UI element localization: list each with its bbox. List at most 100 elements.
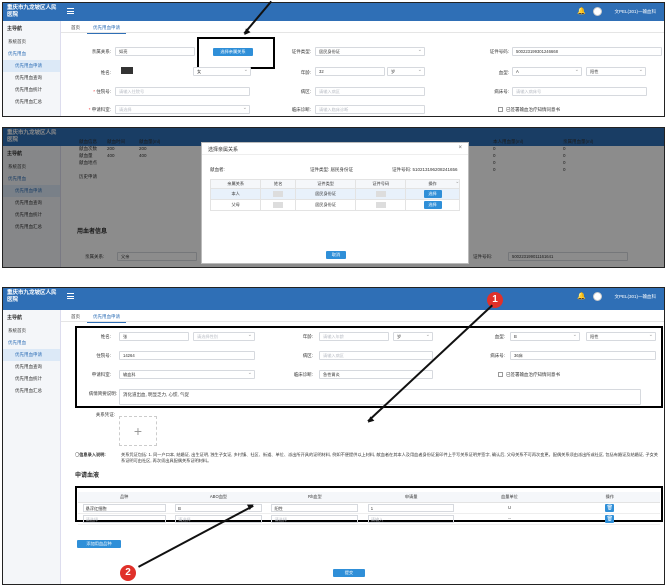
tab-home[interactable]: 首页 [65, 23, 86, 33]
sidebar-item-summary[interactable]: 优先用血汇总 [3, 385, 60, 397]
name-label: 姓名: [100, 334, 111, 339]
table-row[interactable]: 父母 居民身份证 选择 [209, 199, 462, 211]
table-row[interactable]: 本人 居民身份证 选择 [209, 188, 462, 200]
bed-input[interactable]: 请输入病床号 [512, 87, 647, 96]
rh-select[interactable]: 阳性 [586, 332, 656, 341]
cancel-button[interactable]: 取消 [326, 251, 346, 259]
close-icon[interactable]: × [458, 145, 462, 151]
relation-input[interactable]: 如亮 [115, 47, 195, 56]
name-redacted [121, 67, 133, 74]
bed-input[interactable]: 36床 [510, 351, 656, 360]
apply-dept-select[interactable]: 请选择 [115, 105, 250, 114]
age-label: 年龄: [302, 334, 313, 339]
age-input[interactable]: 32 [315, 67, 385, 76]
col-id-type: 证件类型 [295, 179, 357, 189]
add-blood-type-button[interactable]: 添加用血品种 [77, 540, 121, 548]
age-input[interactable]: 请输入年龄 [319, 332, 389, 341]
sidebar-item-priority[interactable]: 优先用血 [3, 337, 60, 349]
id-type-label: 证件类型: [291, 49, 311, 54]
user-name[interactable]: 文PEL(301)一输血科 [614, 294, 656, 300]
kind-select[interactable]: 请选择 [82, 514, 166, 523]
donor-label: 献血者: [210, 167, 225, 172]
diagnosis-label: 临床诊断: [291, 107, 311, 112]
abo-select[interactable]: A [512, 67, 582, 76]
hosp-no-input[interactable]: 请输入住院号 [115, 87, 250, 96]
ward-input[interactable]: 请输入病区 [319, 351, 433, 360]
avatar[interactable] [593, 292, 602, 301]
nav-title: 主导航 [7, 26, 23, 32]
bell-icon[interactable]: 🔔 [577, 7, 586, 15]
apply-dept-select[interactable]: 输血科 [119, 370, 255, 379]
hosp-no-input[interactable]: 14264 [119, 351, 255, 360]
avatar[interactable] [593, 7, 602, 16]
app-title: 重庆市九龙坡区人民医院 [7, 290, 57, 303]
consent-checkbox[interactable] [498, 107, 503, 112]
amount-input[interactable]: 1 [367, 503, 455, 512]
age-label: 年龄: [300, 70, 311, 75]
delete-icon[interactable]: 🗑 [605, 503, 615, 512]
col-name: 姓名 [260, 179, 297, 189]
abo-cell-select[interactable]: 请选择 [175, 514, 262, 523]
sidebar-item-query[interactable]: 优先用血查询 [3, 72, 60, 84]
reason-textarea[interactable]: 消化道出血, 明显乏力, 心慌, 气促 [119, 389, 641, 405]
age-unit-select[interactable]: 岁 [387, 67, 425, 76]
ward-input[interactable]: 请输入病区 [315, 87, 425, 96]
sidebar-item-stats[interactable]: 优先用血统计 [3, 84, 60, 96]
id-type-select[interactable]: 居民身份证 [315, 47, 425, 56]
apply-dept-label: 申请科室: [73, 107, 111, 113]
id-no-label: 证件号码: [489, 49, 509, 54]
diagnosis-input[interactable]: 请输入临床诊断 [315, 105, 425, 114]
sidebar-item-home[interactable]: 系统首页 [3, 36, 60, 48]
menu-toggle-icon[interactable] [67, 293, 74, 299]
upload-plus-icon[interactable]: + [119, 416, 157, 446]
dialog-id-type: 证件类型: 居民身份证 [310, 167, 353, 172]
col-rh: Rh血型 [266, 492, 363, 503]
tab-apply[interactable]: 优先用血申请 [87, 312, 126, 323]
hosp-no-label: 住院号: [96, 353, 111, 358]
diagnosis-label: 临床诊断: [293, 372, 313, 377]
name-input[interactable]: 张 [119, 332, 189, 341]
unit-cell: -- [459, 513, 560, 525]
sidebar-item-summary[interactable]: 优先用血汇总 [3, 96, 60, 108]
sidebar-item-apply[interactable]: 优先用血申请 [3, 60, 60, 72]
col-id-no: 证件号码 [355, 179, 407, 189]
user-name[interactable]: 文PEL(301)一输血科 [614, 9, 656, 15]
tab-home[interactable]: 首页 [65, 312, 86, 322]
id-no-input[interactable]: 500223199301246668 [512, 47, 662, 56]
dialog-title: 选择亲属关系 [208, 147, 239, 153]
tab-apply[interactable]: 优先用血申请 [87, 23, 126, 34]
sidebar-item-stats[interactable]: 优先用血统计 [3, 373, 60, 385]
col-action: 操作 [405, 179, 460, 189]
highlight-box [197, 37, 275, 69]
amount-input[interactable]: 请输入 [367, 514, 455, 523]
info-note-label: ◯信息录入说明: [75, 452, 106, 457]
sidebar-item-priority[interactable]: 优先用血 [3, 48, 60, 60]
delete-icon[interactable]: 🗑 [605, 514, 615, 523]
tab-bar: 首页 优先用血申请 [61, 21, 664, 34]
ward-label: 病区: [302, 353, 313, 358]
sidebar-item-query[interactable]: 优先用血查询 [3, 361, 60, 373]
app-title: 重庆市九龙坡区人民医院 [7, 5, 57, 18]
info-note-text: 关系凭证包括: 1. 同一户口本, 结婚证, 出生证明, 独生子女证, 乡村镇、… [121, 452, 658, 463]
abo-select[interactable]: B [510, 332, 580, 341]
kind-select[interactable]: 悬浮红细胞 [82, 503, 166, 512]
blood-type-label: 血型: [498, 70, 509, 75]
select-button[interactable]: 选择 [423, 201, 442, 209]
submit-button[interactable]: 提交 [333, 569, 365, 577]
rh-cell-select[interactable]: 阳性 [271, 503, 359, 512]
menu-toggle-icon[interactable] [67, 8, 74, 14]
age-unit-select[interactable]: 岁 [393, 332, 433, 341]
rh-cell-select[interactable]: 请选择 [271, 514, 359, 523]
rh-select[interactable]: 阳性 [586, 67, 646, 76]
bed-label: 病床号: [494, 89, 509, 94]
tab-bar: 首页 优先用血申请 [61, 310, 664, 323]
select-button[interactable]: 选择 [423, 190, 442, 198]
consent-checkbox[interactable] [498, 372, 503, 377]
relation-dialog: 选择亲属关系 × 献血者: 证件类型: 居民身份证 证件号码: 51021319… [201, 142, 469, 264]
gender-select[interactable]: 请选择性别 [193, 332, 255, 341]
sidebar-item-apply[interactable]: 优先用血申请 [3, 349, 60, 361]
sidebar-item-home[interactable]: 系统首页 [3, 325, 60, 337]
gender-select[interactable]: 女 [193, 67, 251, 76]
name-label: 姓名: [100, 70, 111, 75]
bell-icon[interactable]: 🔔 [577, 292, 586, 300]
